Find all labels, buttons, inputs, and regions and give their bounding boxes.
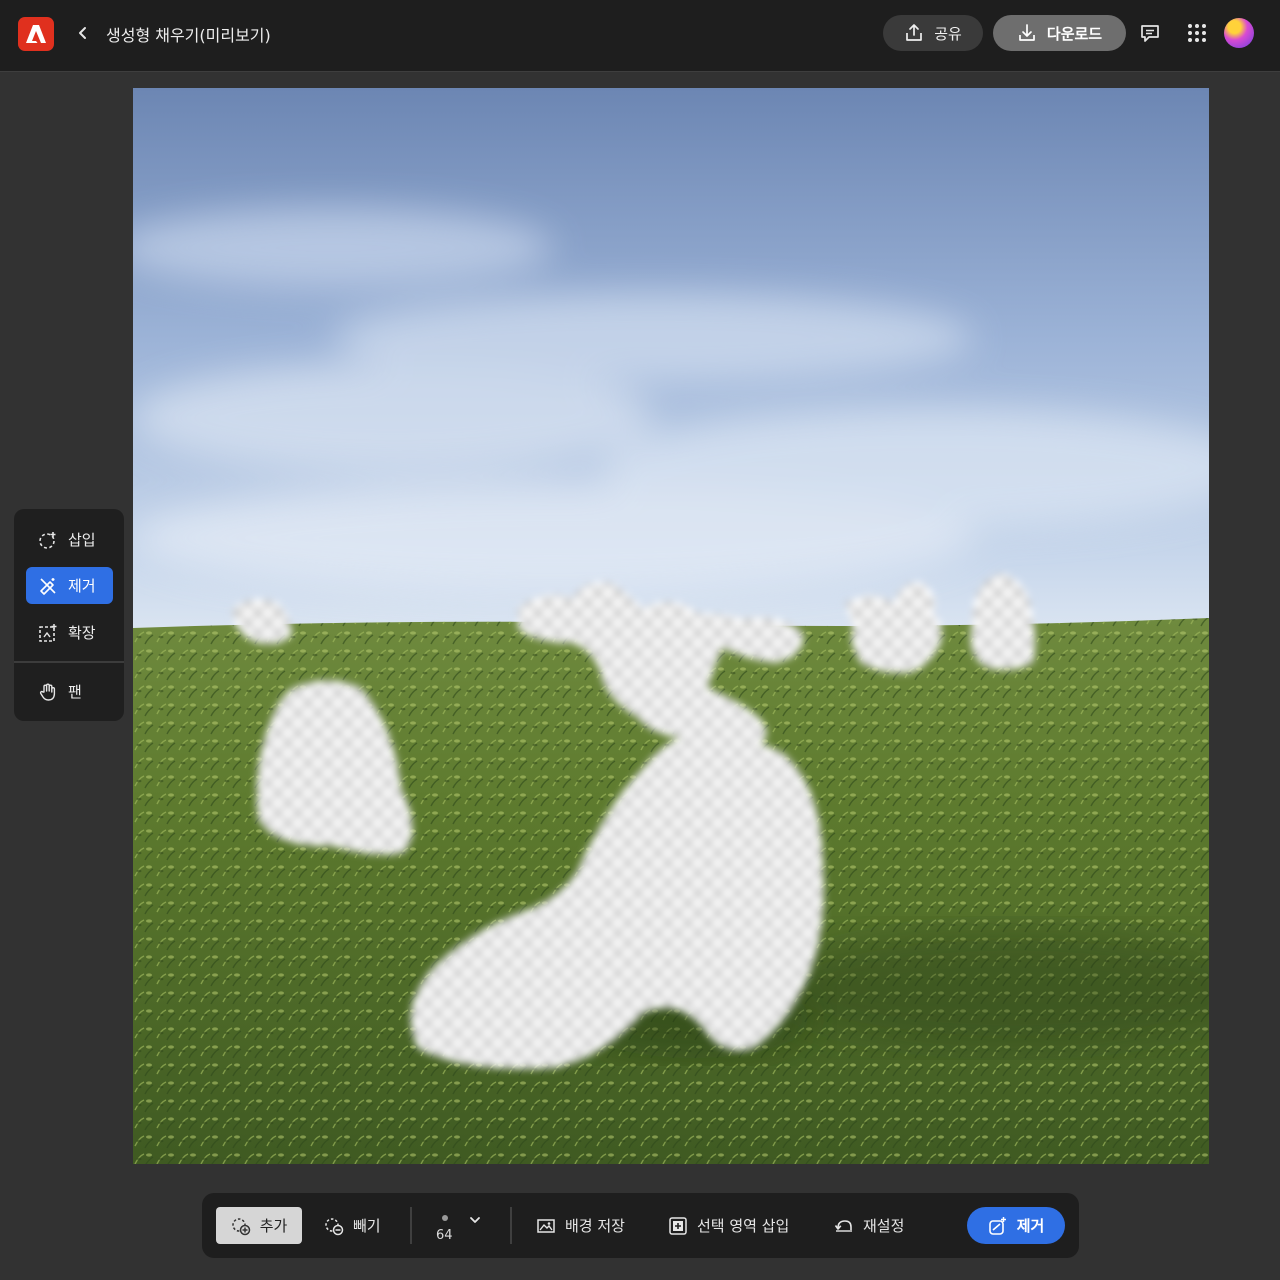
user-avatar[interactable]: [1224, 18, 1254, 48]
tool-remove[interactable]: 제거: [26, 567, 113, 604]
download-icon: [1019, 24, 1035, 41]
toolbar-divider: [510, 1207, 512, 1244]
download-button[interactable]: 다운로드: [993, 15, 1126, 51]
remove-label: 제거: [1016, 1217, 1045, 1235]
tool-insert[interactable]: 삽입: [26, 521, 113, 558]
apps-grid-icon[interactable]: [1184, 20, 1210, 46]
share-label: 공유: [934, 24, 962, 43]
tool-panel: 삽입 제거 확장 팬: [14, 509, 124, 721]
download-label: 다운로드: [1046, 24, 1103, 43]
remove-sparkle-icon: [988, 1216, 1006, 1235]
tool-expand[interactable]: 확장: [26, 614, 113, 651]
tool-divider: [14, 661, 124, 663]
expand-icon: [39, 623, 57, 642]
tool-expand-label: 확장: [68, 624, 96, 642]
tool-pan-label: 팬: [68, 683, 82, 701]
brush-size-value: 64: [436, 1228, 453, 1243]
add-selection-button[interactable]: 추가: [216, 1207, 302, 1244]
add-label: 추가: [259, 1217, 288, 1235]
image-canvas[interactable]: [133, 88, 1209, 1164]
subtract-label: 빼기: [353, 1217, 381, 1235]
save-background-label: 배경 저장: [565, 1217, 625, 1235]
insert-icon: [39, 531, 56, 549]
reset-label: 재설정: [863, 1217, 905, 1235]
top-bar: 생성형 채우기(미리보기) 공유 다운로드: [0, 0, 1280, 72]
tool-insert-label: 삽입: [68, 531, 96, 549]
reset-button[interactable]: 재설정: [834, 1207, 904, 1244]
tool-remove-label: 제거: [68, 577, 96, 595]
brush-size-dropdown[interactable]: 64: [430, 1209, 492, 1245]
hand-icon: [39, 683, 56, 701]
back-chevron-icon[interactable]: [70, 20, 96, 46]
edited-photo: [133, 88, 1209, 1164]
adobe-express-logo[interactable]: [18, 17, 54, 51]
toolbar-divider: [410, 1207, 412, 1244]
remove-generate-button[interactable]: 제거: [967, 1207, 1065, 1244]
remove-brush-icon: [40, 577, 56, 595]
undo-reset-icon: [834, 1219, 852, 1232]
image-icon: [537, 1218, 555, 1233]
subtract-selection-button[interactable]: 빼기: [324, 1207, 381, 1244]
share-upload-icon: [906, 24, 923, 41]
bottom-toolbar: 추가 빼기 64 배경 저장 선택 영역 삽입 재설정 제거: [202, 1193, 1079, 1258]
document-title: 생성형 채우기(미리보기): [106, 26, 271, 45]
insert-selection-button[interactable]: 선택 영역 삽입: [668, 1207, 789, 1244]
add-brush-icon: [231, 1217, 250, 1235]
save-background-button[interactable]: 배경 저장: [536, 1207, 625, 1244]
insert-selection-label: 선택 영역 삽입: [697, 1217, 790, 1235]
insert-selection-icon: [669, 1216, 687, 1235]
subtract-brush-icon: [325, 1217, 344, 1235]
share-button[interactable]: 공유: [883, 15, 983, 51]
comment-icon[interactable]: [1137, 20, 1163, 46]
tool-pan[interactable]: 팬: [26, 673, 113, 710]
chevron-down-icon: [470, 1217, 480, 1223]
brush-size-dot: [442, 1215, 448, 1221]
